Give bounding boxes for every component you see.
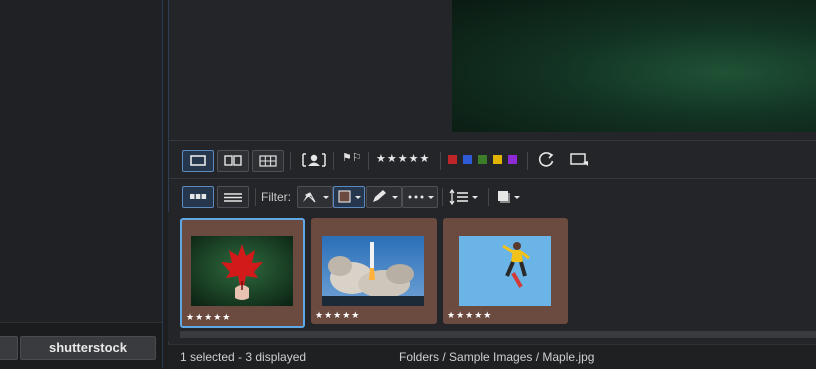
maple-leaf-image bbox=[191, 236, 293, 306]
color-label-red[interactable] bbox=[448, 155, 457, 164]
separator bbox=[368, 152, 369, 170]
sort-icon[interactable] bbox=[448, 187, 482, 207]
color-swatch-icon bbox=[338, 190, 361, 203]
list-view-icon bbox=[224, 193, 242, 202]
shutterstock-button[interactable]: shutterstock bbox=[20, 336, 156, 360]
thumbnail-rating[interactable]: ★★★★★ bbox=[315, 310, 360, 321]
selection-status: 1 selected - 3 displayed bbox=[180, 350, 307, 364]
crop-overlay-icon[interactable] bbox=[568, 150, 592, 170]
divider bbox=[168, 140, 816, 141]
separator bbox=[527, 152, 528, 170]
separator bbox=[442, 188, 443, 206]
more-icon bbox=[408, 195, 434, 199]
shutterstock-label: shutterstock bbox=[48, 340, 128, 355]
rotate-icon[interactable] bbox=[536, 150, 556, 170]
divider bbox=[168, 178, 816, 179]
color-label-green[interactable] bbox=[478, 155, 487, 164]
preview-image[interactable] bbox=[452, 0, 816, 132]
color-label-blue[interactable] bbox=[463, 155, 472, 164]
thumbnail-rocket[interactable]: ★★★★★ bbox=[311, 218, 437, 324]
skateboarder-image bbox=[459, 236, 551, 306]
compare-view-button[interactable] bbox=[217, 150, 249, 172]
left-panel bbox=[0, 0, 162, 368]
color-filter-dropdown[interactable] bbox=[333, 186, 365, 208]
thumbnail-rating[interactable]: ★★★★★ bbox=[186, 312, 231, 323]
more-filter-dropdown[interactable] bbox=[402, 186, 438, 208]
panel-divider[interactable] bbox=[162, 0, 163, 368]
separator bbox=[333, 152, 334, 170]
pencil-icon bbox=[373, 190, 398, 202]
left-edge-button[interactable] bbox=[0, 336, 18, 360]
separator bbox=[440, 152, 441, 170]
flag-icons[interactable]: ⚑⚐ bbox=[342, 153, 362, 164]
grid-view-icon bbox=[259, 155, 277, 167]
filter-toolbar: Filter: bbox=[170, 182, 816, 212]
filmstrip-view-icon bbox=[190, 194, 207, 199]
separator bbox=[488, 188, 489, 206]
flags-icon bbox=[303, 192, 329, 203]
single-view-icon bbox=[190, 155, 206, 166]
file-path-breadcrumb: Folders / Sample Images / Maple.jpg bbox=[399, 350, 595, 364]
rocket-launch-image bbox=[322, 236, 424, 306]
thumbnail-size-icon[interactable] bbox=[496, 187, 524, 207]
flag-filter-dropdown[interactable] bbox=[297, 186, 333, 208]
separator bbox=[255, 188, 256, 206]
status-bar: 1 selected - 3 displayed Folders / Sampl… bbox=[168, 344, 816, 369]
left-bottom-bar: shutterstock bbox=[0, 322, 162, 369]
single-view-button[interactable] bbox=[182, 150, 214, 172]
thumbnail-rating[interactable]: ★★★★★ bbox=[447, 310, 492, 321]
compare-view-icon bbox=[224, 155, 242, 166]
rating-filter-stars[interactable]: ★★★★★ bbox=[376, 152, 430, 165]
filmstrip-scrollbar[interactable] bbox=[180, 331, 816, 338]
filter-label: Filter: bbox=[261, 190, 291, 204]
color-label-yellow[interactable] bbox=[493, 155, 502, 164]
thumbnail-skateboarder[interactable]: ★★★★★ bbox=[443, 218, 568, 324]
filmstrip-view-button[interactable] bbox=[182, 186, 214, 208]
separator bbox=[290, 152, 291, 170]
grid-view-button[interactable] bbox=[252, 150, 284, 172]
color-label-purple[interactable] bbox=[508, 155, 517, 164]
thumbnail-maple[interactable]: ★★★★★ bbox=[180, 218, 305, 328]
edit-filter-dropdown[interactable] bbox=[366, 186, 402, 208]
list-view-button[interactable] bbox=[217, 186, 249, 208]
people-icon[interactable] bbox=[300, 151, 328, 169]
